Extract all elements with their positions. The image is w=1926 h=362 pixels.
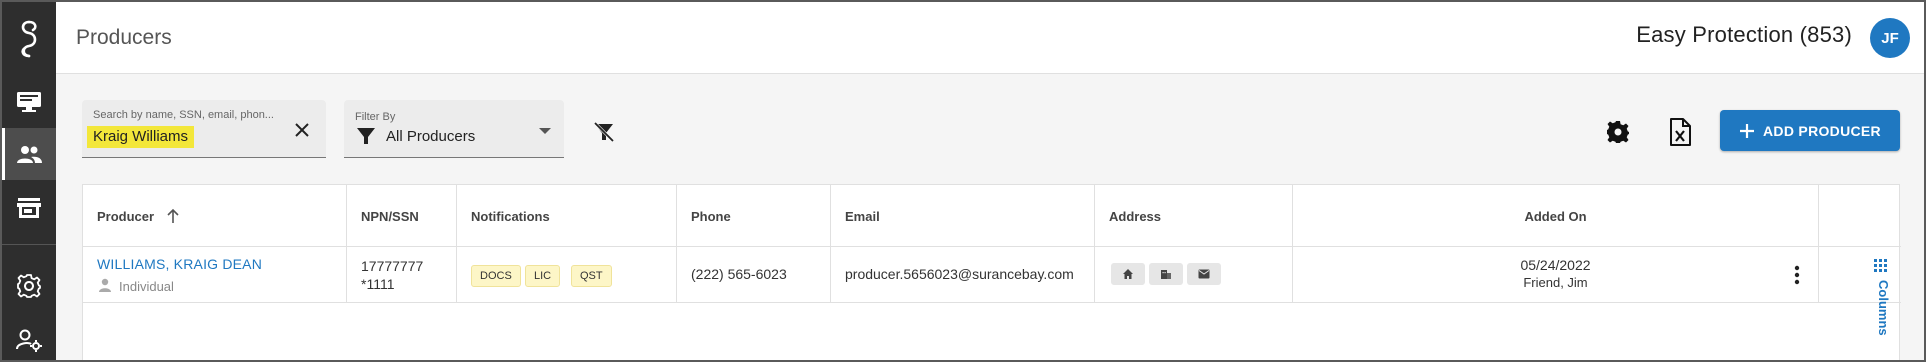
- cell-notifications: DOCS LIC QST: [457, 247, 677, 303]
- notification-badge-lic[interactable]: LIC: [525, 265, 561, 287]
- column-header-added-on[interactable]: Added On: [1293, 185, 1819, 247]
- mail-icon: [1198, 269, 1210, 279]
- business-address-button[interactable]: [1149, 263, 1183, 285]
- sort-ascending-icon[interactable]: [166, 208, 180, 224]
- clear-filters-button[interactable]: [590, 118, 618, 146]
- people-icon: [17, 146, 42, 163]
- search-input[interactable]: Search by name, SSN, email, phon... Krai…: [82, 100, 326, 158]
- sidebar-item-settings[interactable]: [2, 260, 56, 312]
- page-header: Producers Easy Protection (853) JF: [56, 2, 1924, 74]
- column-header-email[interactable]: Email: [831, 185, 1095, 247]
- user-settings-icon: [16, 329, 42, 352]
- cell-added-on: 05/24/2022 Friend, Jim: [1293, 247, 1819, 303]
- sidebar: [2, 2, 56, 360]
- chevron-down-icon: [539, 128, 551, 134]
- column-header-label: Address: [1109, 208, 1162, 224]
- agency-name[interactable]: Easy Protection (853): [1636, 22, 1852, 48]
- monitor-icon: [17, 92, 41, 112]
- app-frame: Producers Easy Protection (853) JF Searc…: [2, 2, 1924, 360]
- cell-producer: WILLIAMS, KRAIG DEAN Individual: [83, 247, 347, 303]
- ssn-value: *1111: [361, 276, 395, 292]
- table-settings-button[interactable]: [1604, 118, 1632, 146]
- column-header-label: NPN/SSN: [361, 208, 419, 224]
- column-header-npn-ssn[interactable]: NPN/SSN: [347, 185, 457, 247]
- column-header-notifications[interactable]: Notifications: [457, 185, 677, 247]
- column-header-producer[interactable]: Producer: [83, 185, 347, 247]
- notification-badge-docs[interactable]: DOCS: [471, 265, 521, 287]
- search-value[interactable]: Kraig Williams: [87, 126, 195, 148]
- close-icon: [295, 123, 309, 137]
- table-row[interactable]: WILLIAMS, KRAIG DEAN Individual 17777777…: [83, 247, 1901, 303]
- grid-icon: [1874, 259, 1887, 272]
- funnel-icon: [357, 128, 375, 144]
- filter-value: All Producers: [386, 128, 476, 145]
- export-excel-button[interactable]: [1666, 116, 1694, 148]
- columns-panel-label[interactable]: Columns: [1876, 280, 1891, 336]
- column-header-address[interactable]: Address: [1095, 185, 1293, 247]
- column-header-label: Email: [845, 208, 880, 224]
- add-producer-label: ADD PRODUCER: [1763, 122, 1881, 139]
- added-on-by: Friend, Jim: [1523, 275, 1588, 290]
- cell-address: [1095, 247, 1293, 303]
- phone-value: (222) 565-6023: [691, 266, 787, 282]
- column-header-label: Notifications: [471, 208, 550, 224]
- mailing-address-button[interactable]: [1187, 263, 1221, 285]
- more-vertical-icon: [1794, 265, 1800, 285]
- notification-badge-qst[interactable]: QST: [571, 265, 612, 287]
- table-header: Producer NPN/SSN Notifications Phone Ema…: [83, 185, 1901, 247]
- sidebar-divider: [2, 244, 56, 245]
- sidebar-item-dashboard[interactable]: [2, 76, 56, 128]
- logo-icon: [21, 20, 37, 58]
- gear-icon: [17, 274, 41, 298]
- add-producer-button[interactable]: ADD PRODUCER: [1720, 110, 1900, 151]
- added-on-date: 05/24/2022: [1520, 257, 1591, 273]
- home-address-button[interactable]: [1111, 263, 1145, 285]
- cell-phone: (222) 565-6023: [677, 247, 831, 303]
- avatar[interactable]: JF: [1870, 18, 1910, 58]
- cell-npn-ssn: 17777777 *1111: [347, 247, 457, 303]
- business-icon: [1161, 270, 1171, 279]
- sidebar-item-producers[interactable]: [2, 128, 56, 180]
- cell-email: producer.5656023@surancebay.com: [831, 247, 1095, 303]
- producer-name-link[interactable]: WILLIAMS, KRAIG DEAN: [97, 256, 262, 272]
- gear-icon: [1607, 121, 1629, 143]
- clear-search-button[interactable]: [292, 120, 312, 140]
- column-header-phone[interactable]: Phone: [677, 185, 831, 247]
- excel-file-icon: [1670, 118, 1691, 146]
- filter-off-icon: [593, 121, 615, 143]
- filter-select[interactable]: Filter By All Producers: [344, 100, 564, 158]
- app-logo[interactable]: [2, 2, 56, 76]
- store-icon: [17, 198, 41, 218]
- sidebar-item-agencies[interactable]: [2, 182, 56, 234]
- column-header-label: Added On: [1524, 208, 1587, 224]
- person-icon: [99, 278, 111, 292]
- filter-label: Filter By: [355, 111, 396, 123]
- page-title: Producers: [76, 26, 172, 49]
- column-header-label: Producer: [97, 208, 155, 224]
- row-menu-button[interactable]: [1783, 261, 1811, 289]
- email-value[interactable]: producer.5656023@surancebay.com: [845, 266, 1074, 282]
- npn-ssn-values: 17777777 *1111: [361, 257, 423, 293]
- column-header-label: Phone: [691, 208, 731, 224]
- home-icon: [1123, 269, 1133, 279]
- plus-icon: [1740, 123, 1755, 138]
- producer-type: Individual: [119, 279, 174, 294]
- producers-table: Producer NPN/SSN Notifications Phone Ema…: [82, 184, 1901, 360]
- sidebar-item-user-settings[interactable]: [2, 314, 56, 360]
- npn-value: 17777777: [361, 258, 424, 274]
- search-label: Search by name, SSN, email, phon...: [93, 109, 274, 121]
